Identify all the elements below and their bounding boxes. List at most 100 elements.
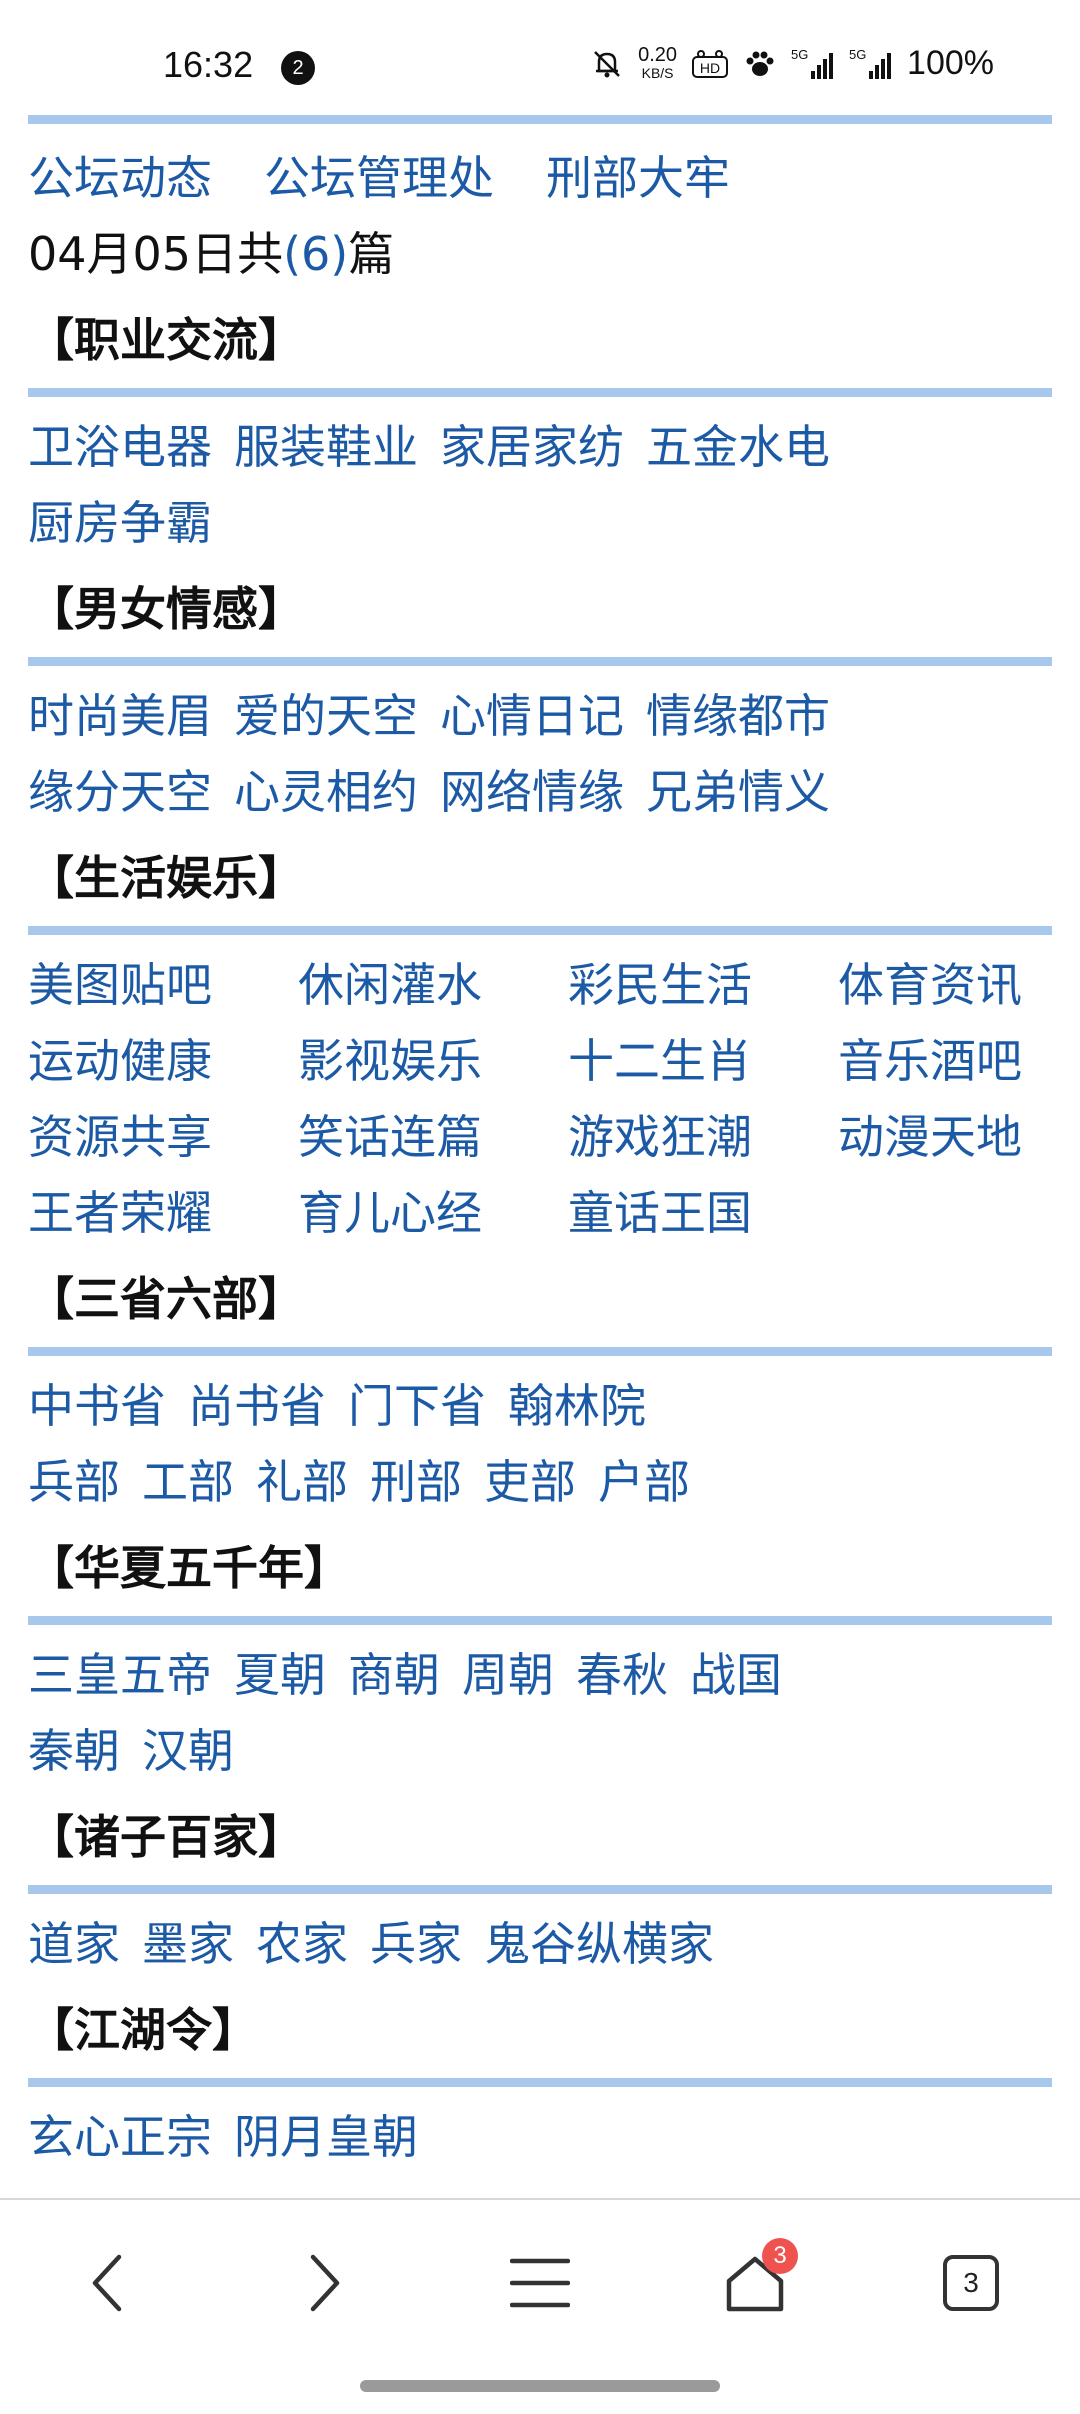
board-link[interactable]: 爱的天空 — [234, 690, 418, 742]
board-link[interactable]: 影视娱乐 — [298, 1035, 568, 1087]
board-link[interactable]: 运动健康 — [28, 1035, 298, 1087]
svg-text:5G: 5G — [791, 47, 808, 62]
hd-voice-icon: HD — [691, 49, 729, 79]
board-link[interactable]: 道家 — [28, 1918, 120, 1970]
svg-text:HD: HD — [700, 60, 720, 76]
board-link[interactable]: 美图贴吧 — [28, 959, 298, 1011]
hamburger-menu-icon — [510, 2255, 570, 2311]
board-link[interactable]: 育儿心经 — [298, 1187, 568, 1239]
board-link[interactable]: 礼部 — [256, 1456, 348, 1508]
forum-index: 公坛动态 公坛管理处 刑部大牢 04月05日共(6)篇 【职业交流】 卫浴电器 … — [28, 115, 1052, 2163]
section-lifestyle: 【生活娱乐】 美图贴吧 休闲灌水 彩民生活 体育资讯 运动健康 影视娱乐 十二生… — [28, 852, 1052, 1239]
board-link[interactable]: 家居家纺 — [440, 421, 624, 473]
home-notification-badge: 3 — [762, 2238, 798, 2274]
board-link[interactable]: 刑部 — [370, 1456, 462, 1508]
board-link[interactable]: 商朝 — [348, 1649, 440, 1701]
board-link[interactable]: 卫浴电器 — [28, 421, 212, 473]
board-link[interactable]: 周朝 — [462, 1649, 554, 1701]
board-link[interactable]: 彩民生活 — [568, 959, 838, 1011]
board-link[interactable]: 尚书省 — [188, 1380, 326, 1432]
section-ministries: 【三省六部】 中书省 尚书省 门下省 翰林院 兵部 工部 礼部 刑部 吏部 户部 — [28, 1273, 1052, 1508]
board-grid: 美图贴吧 休闲灌水 彩民生活 体育资讯 运动健康 影视娱乐 十二生肖 音乐酒吧 … — [28, 959, 1052, 1239]
section-title: 【三省六部】 — [28, 1272, 304, 1326]
divider — [28, 2078, 1052, 2087]
board-link[interactable]: 体育资讯 — [838, 959, 1052, 1011]
board-link[interactable]: 春秋 — [576, 1649, 668, 1701]
mute-bell-icon — [590, 47, 624, 81]
board-link[interactable]: 门下省 — [348, 1380, 486, 1432]
board-link[interactable]: 玄心正宗 — [28, 2111, 212, 2163]
forward-button[interactable] — [290, 2248, 360, 2318]
clock: 16:32 — [163, 44, 254, 85]
board-link[interactable]: 夏朝 — [234, 1649, 326, 1701]
board-link[interactable]: 服装鞋业 — [234, 421, 418, 473]
board-link[interactable]: 笑话连篇 — [298, 1111, 568, 1163]
board-link[interactable]: 童话王国 — [568, 1187, 838, 1239]
menu-button[interactable] — [505, 2248, 575, 2318]
board-link[interactable]: 十二生肖 — [568, 1035, 838, 1087]
divider — [28, 1616, 1052, 1625]
chevron-right-icon — [305, 2253, 345, 2313]
board-link[interactable]: 工部 — [142, 1456, 234, 1508]
board-link[interactable]: 墨家 — [142, 1918, 234, 1970]
board-link[interactable]: 资源共享 — [28, 1111, 298, 1163]
section-title: 【华夏五千年】 — [28, 1541, 350, 1595]
board-link[interactable]: 心灵相约 — [234, 766, 418, 818]
home-button[interactable]: 3 — [720, 2238, 798, 2318]
daily-post-count: 04月05日共(6)篇 — [28, 227, 395, 281]
section-career: 【职业交流】 卫浴电器 服装鞋业 家居家纺 五金水电 厨房争霸 — [28, 314, 1052, 549]
board-link[interactable]: 休闲灌水 — [298, 959, 568, 1011]
divider — [28, 657, 1052, 666]
board-link[interactable]: 音乐酒吧 — [838, 1035, 1052, 1087]
section-philosophers: 【诸子百家】 道家 墨家 农家 兵家 鬼谷纵横家 — [28, 1811, 1052, 1970]
board-row: 卫浴电器 服装鞋业 家居家纺 五金水电 — [28, 421, 1052, 473]
section-jianghu: 【江湖令】 玄心正宗 阴月皇朝 — [28, 2004, 1052, 2163]
board-row: 玄心正宗 阴月皇朝 — [28, 2111, 1052, 2163]
divider — [28, 1347, 1052, 1356]
network-speed: 0.20 KB/S — [638, 43, 678, 81]
tab-count: 3 — [943, 2255, 999, 2311]
board-link[interactable]: 时尚美眉 — [28, 690, 212, 742]
board-link[interactable]: 兄弟情义 — [646, 766, 830, 818]
tabs-button[interactable]: 3 — [936, 2248, 1006, 2318]
board-link[interactable]: 农家 — [256, 1918, 348, 1970]
board-link[interactable]: 鬼谷纵横家 — [484, 1918, 714, 1970]
board-link[interactable]: 情缘都市 — [646, 690, 830, 742]
board-link[interactable]: 动漫天地 — [838, 1111, 1052, 1163]
board-link[interactable]: 五金水电 — [646, 421, 830, 473]
link-forum-admin[interactable]: 公坛管理处 — [264, 152, 494, 204]
board-link[interactable]: 中书省 — [28, 1380, 166, 1432]
board-row: 厨房争霸 — [28, 497, 1052, 549]
link-forum-news[interactable]: 公坛动态 — [28, 152, 212, 204]
board-link[interactable]: 王者荣耀 — [28, 1187, 298, 1239]
board-link[interactable]: 心情日记 — [440, 690, 624, 742]
notification-count-badge: 2 — [281, 51, 315, 85]
divider — [28, 926, 1052, 935]
board-link[interactable]: 兵家 — [370, 1918, 462, 1970]
gesture-home-indicator[interactable] — [360, 2380, 720, 2392]
board-link[interactable]: 吏部 — [484, 1456, 576, 1508]
board-link[interactable]: 翰林院 — [508, 1380, 646, 1432]
link-jail[interactable]: 刑部大牢 — [546, 152, 730, 204]
signal-5g-icon-2: 5G — [849, 47, 893, 81]
board-link[interactable]: 战国 — [690, 1649, 782, 1701]
board-link[interactable]: 户部 — [598, 1456, 690, 1508]
status-icons: 0.20 KB/S HD 5G 5G 100% — [590, 44, 994, 83]
post-count-link[interactable]: (6) — [283, 227, 348, 281]
board-link[interactable]: 厨房争霸 — [28, 497, 212, 549]
board-link[interactable]: 阴月皇朝 — [234, 2111, 418, 2163]
board-link[interactable]: 兵部 — [28, 1456, 120, 1508]
board-link[interactable]: 游戏狂潮 — [568, 1111, 838, 1163]
board-link[interactable]: 汉朝 — [142, 1725, 234, 1777]
board-link[interactable]: 缘分天空 — [28, 766, 212, 818]
board-link[interactable]: 秦朝 — [28, 1725, 120, 1777]
board-link[interactable]: 三皇五帝 — [28, 1649, 212, 1701]
top-links: 公坛动态 公坛管理处 刑部大牢 — [28, 152, 1052, 204]
back-button[interactable] — [72, 2248, 142, 2318]
section-title: 【江湖令】 — [28, 2003, 258, 2057]
battery-level: 100% — [907, 44, 994, 82]
status-bar: 16:32 2 0.20 KB/S HD 5G 5G 100% — [0, 0, 1080, 110]
divider — [28, 388, 1052, 397]
board-link[interactable]: 网络情缘 — [440, 766, 624, 818]
board-row: 三皇五帝 夏朝 商朝 周朝 春秋 战国 — [28, 1649, 1052, 1701]
